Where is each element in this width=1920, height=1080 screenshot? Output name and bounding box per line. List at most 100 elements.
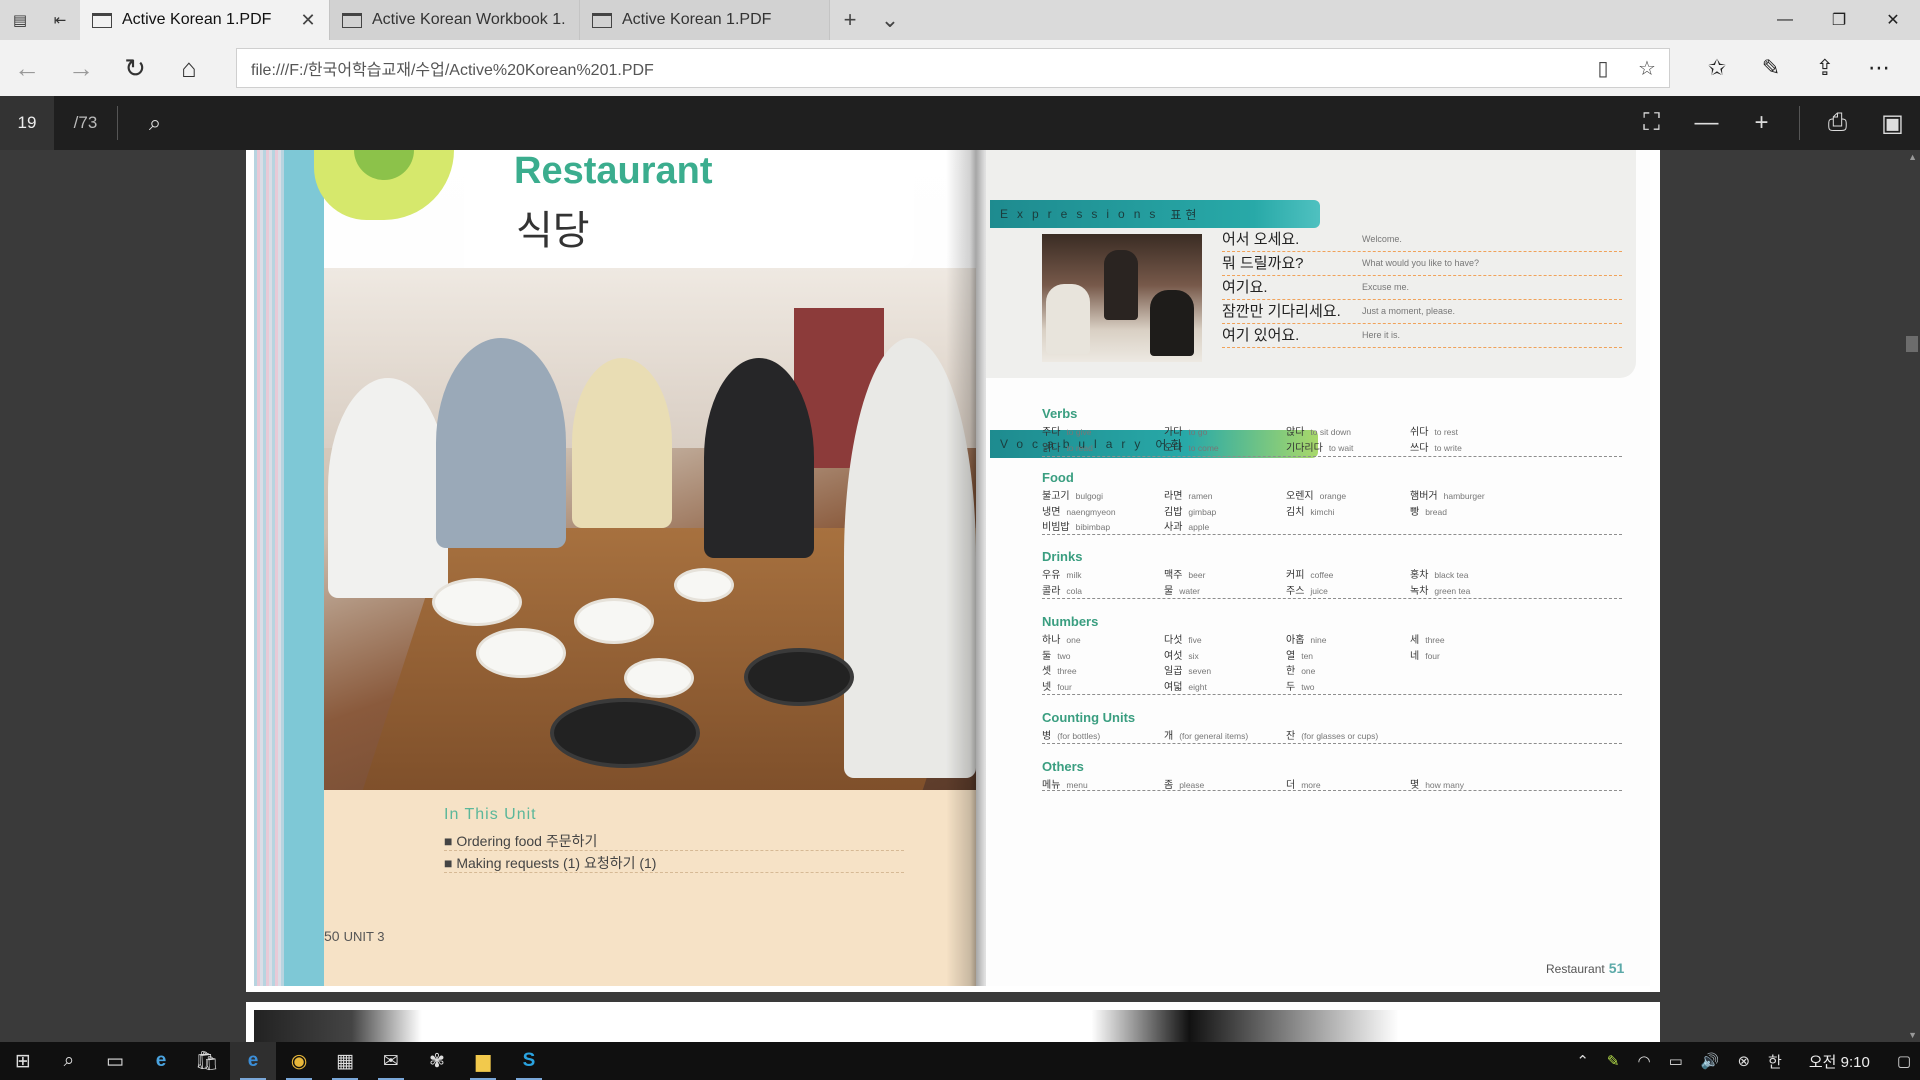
vertical-scrollbar[interactable]: ▲ ▼ — [1904, 150, 1920, 1042]
tab-actions-icon[interactable]: ▤ — [0, 0, 40, 40]
print-icon[interactable]: ⎙ — [1810, 109, 1865, 137]
vocab-item: 여덟 eight — [1164, 678, 1207, 693]
vocab-korean: 병 — [1042, 731, 1052, 742]
task-view-icon[interactable]: ▭ — [92, 1042, 138, 1080]
vocab-english: hamburger — [1443, 491, 1485, 501]
vocab-korean: 쓰다 — [1410, 442, 1429, 454]
zoom-in-icon[interactable]: + — [1734, 109, 1789, 137]
vocab-english: bread — [1425, 506, 1447, 517]
refresh-button[interactable]: ↻ — [108, 40, 162, 96]
internet-explorer-icon[interactable]: e — [138, 1042, 184, 1080]
scroll-thumb[interactable] — [1906, 336, 1918, 352]
show-hidden-icons-chevron-up-icon[interactable]: ⌃ — [1567, 1052, 1598, 1070]
pen-icon[interactable]: ✎ — [1598, 1052, 1629, 1070]
file-explorer-icon[interactable]: ▆ — [460, 1042, 506, 1080]
photo-dish — [574, 598, 654, 644]
chrome-icon[interactable]: ◉ — [276, 1042, 322, 1080]
title-bar: ▤ ⇤ Active Korean 1.PDF ✕ Active Korean … — [0, 0, 1920, 40]
new-tab-button[interactable]: + — [830, 0, 870, 40]
taskbar: ⊞ ⌕ ▭ e 🛍 e ◉ ▦ ✉ ✾ ▆ S ⌃ ✎ ◠ ▭ 🔊 ⊗ 한 오전… — [0, 1042, 1920, 1080]
tab-workbook-pdf[interactable]: Active Korean Workbook 1.I — [330, 0, 580, 40]
vocab-item: 여섯 six — [1164, 647, 1199, 662]
favorites-hub-icon[interactable]: ✩ — [1690, 55, 1744, 81]
banner-label-korean: 표현 — [1170, 207, 1201, 222]
photo-person — [1046, 284, 1090, 354]
tab-active-korean-pdf-2[interactable]: Active Korean 1.PDF — [580, 0, 830, 40]
unit-title-korean: 식당 — [516, 209, 590, 253]
vocab-item: 맥주 beer — [1164, 566, 1205, 581]
favorite-star-icon[interactable]: ☆ — [1625, 56, 1669, 81]
vocab-korean: 햄버거 — [1410, 491, 1438, 502]
forward-button[interactable]: → — [54, 40, 108, 96]
more-menu-icon[interactable]: ⋯ — [1852, 55, 1906, 81]
save-icon[interactable]: ▣ — [1865, 109, 1920, 138]
vocab-item: 둘 two — [1042, 647, 1070, 662]
vocab-english: one — [1066, 635, 1081, 645]
page-icon — [92, 12, 112, 28]
expression-english: Welcome. — [1362, 234, 1402, 244]
divider — [444, 850, 904, 851]
ime-indicator[interactable]: 한 — [1759, 1051, 1791, 1072]
vocab-korean: 세 — [1410, 635, 1420, 646]
minimize-button[interactable]: — — [1758, 0, 1812, 40]
mail-icon[interactable]: ✉ — [368, 1042, 414, 1080]
volume-icon[interactable]: 🔊 — [1692, 1052, 1729, 1070]
battery-icon[interactable]: ▭ — [1660, 1052, 1692, 1070]
address-bar[interactable]: file:///F:/한국어학습교재/수업/Active%20Korean%20… — [236, 48, 1670, 88]
vocab-english: beer — [1188, 570, 1206, 580]
start-windows-icon[interactable]: ⊞ — [0, 1042, 46, 1080]
no-network-x-icon[interactable]: ⊗ — [1728, 1052, 1759, 1070]
vocab-item: 기다리다 to wait — [1286, 439, 1353, 454]
unit-objective: ■ Ordering food 주문하기 — [444, 833, 598, 849]
vocab-item: 더 more — [1286, 776, 1321, 791]
vocab-english: how many — [1425, 780, 1464, 790]
left-page: Restaurant 식당 In This Unit ■ Ordering fo… — [254, 150, 976, 986]
system-tray: ⌃ ✎ ◠ ▭ 🔊 ⊗ 한 오전 9:10 ▢ — [1567, 1051, 1920, 1072]
store-icon[interactable]: 🛍 — [184, 1042, 230, 1080]
fit-page-icon[interactable]: ⛶ — [1624, 109, 1679, 137]
in-this-unit-title: In This Unit — [444, 806, 537, 823]
share-icon[interactable]: ⇪ — [1798, 55, 1852, 81]
zoom-out-icon[interactable]: — — [1679, 109, 1734, 137]
set-aside-tabs-icon[interactable]: ⇤ — [40, 0, 80, 40]
navigation-bar: ← → ↻ ⌂ file:///F:/한국어학습교재/수업/Active%20K… — [0, 40, 1920, 96]
app-icon[interactable]: ✾ — [414, 1042, 460, 1080]
vocab-row: 비빔밥 bibimbap 사과 apple — [1042, 518, 1622, 534]
reading-view-icon[interactable]: ▯ — [1581, 56, 1625, 81]
search-icon[interactable]: ⌕ — [46, 1042, 92, 1080]
wifi-icon[interactable]: ◠ — [1628, 1052, 1659, 1070]
right-page: Expressions 표현 어서 오세요. Welcome. 뭐 드릴까요? Wha… — [986, 150, 1650, 986]
unit-objective: ■ Making requests (1) 요청하기 (1) — [444, 855, 657, 871]
tab-preview-dropdown-icon[interactable]: ⌄ — [870, 0, 910, 40]
skype-icon[interactable]: S — [506, 1042, 552, 1080]
vocab-english: to read — [1066, 442, 1093, 453]
vocab-item: 주스 juice — [1286, 582, 1328, 597]
back-button[interactable]: ← — [0, 40, 54, 96]
page-edge-decoration — [254, 150, 284, 986]
scroll-down-arrow-icon[interactable]: ▼ — [1908, 1030, 1917, 1040]
page-number-input[interactable]: 19 — [0, 96, 54, 150]
vocab-row: 하나 one 다섯 five 아홉 nine 세 three — [1042, 631, 1622, 647]
vocab-item: 네 four — [1410, 647, 1440, 662]
clock[interactable]: 오전 9:10 — [1791, 1051, 1888, 1072]
scroll-up-arrow-icon[interactable]: ▲ — [1908, 152, 1917, 162]
address-url[interactable]: file:///F:/한국어학습교재/수업/Active%20Korean%20… — [251, 56, 1581, 80]
close-window-button[interactable]: ✕ — [1866, 0, 1920, 40]
vocab-item: 냉면 naengmyeon — [1042, 503, 1116, 518]
edge-icon[interactable]: e — [230, 1042, 276, 1080]
vocab-english: to go — [1188, 427, 1208, 437]
calculator-icon[interactable]: ▦ — [322, 1042, 368, 1080]
tab-active-korean-pdf[interactable]: Active Korean 1.PDF ✕ — [80, 0, 330, 40]
web-note-icon[interactable]: ✎ — [1744, 55, 1798, 81]
vocab-item: 읽다 to read — [1042, 439, 1093, 454]
vocab-korean: 커피 — [1286, 570, 1305, 581]
divider — [1042, 456, 1622, 457]
restore-button[interactable]: ❐ — [1812, 0, 1866, 40]
action-center-icon[interactable]: ▢ — [1888, 1052, 1920, 1070]
expression-row: 어서 오세요. Welcome. — [1222, 228, 1622, 252]
home-button[interactable]: ⌂ — [162, 40, 216, 96]
vocab-english: ten — [1301, 650, 1314, 661]
photo-person — [1150, 290, 1194, 356]
close-tab-icon[interactable]: ✕ — [299, 10, 317, 31]
search-icon[interactable]: ⌕ — [118, 110, 192, 136]
